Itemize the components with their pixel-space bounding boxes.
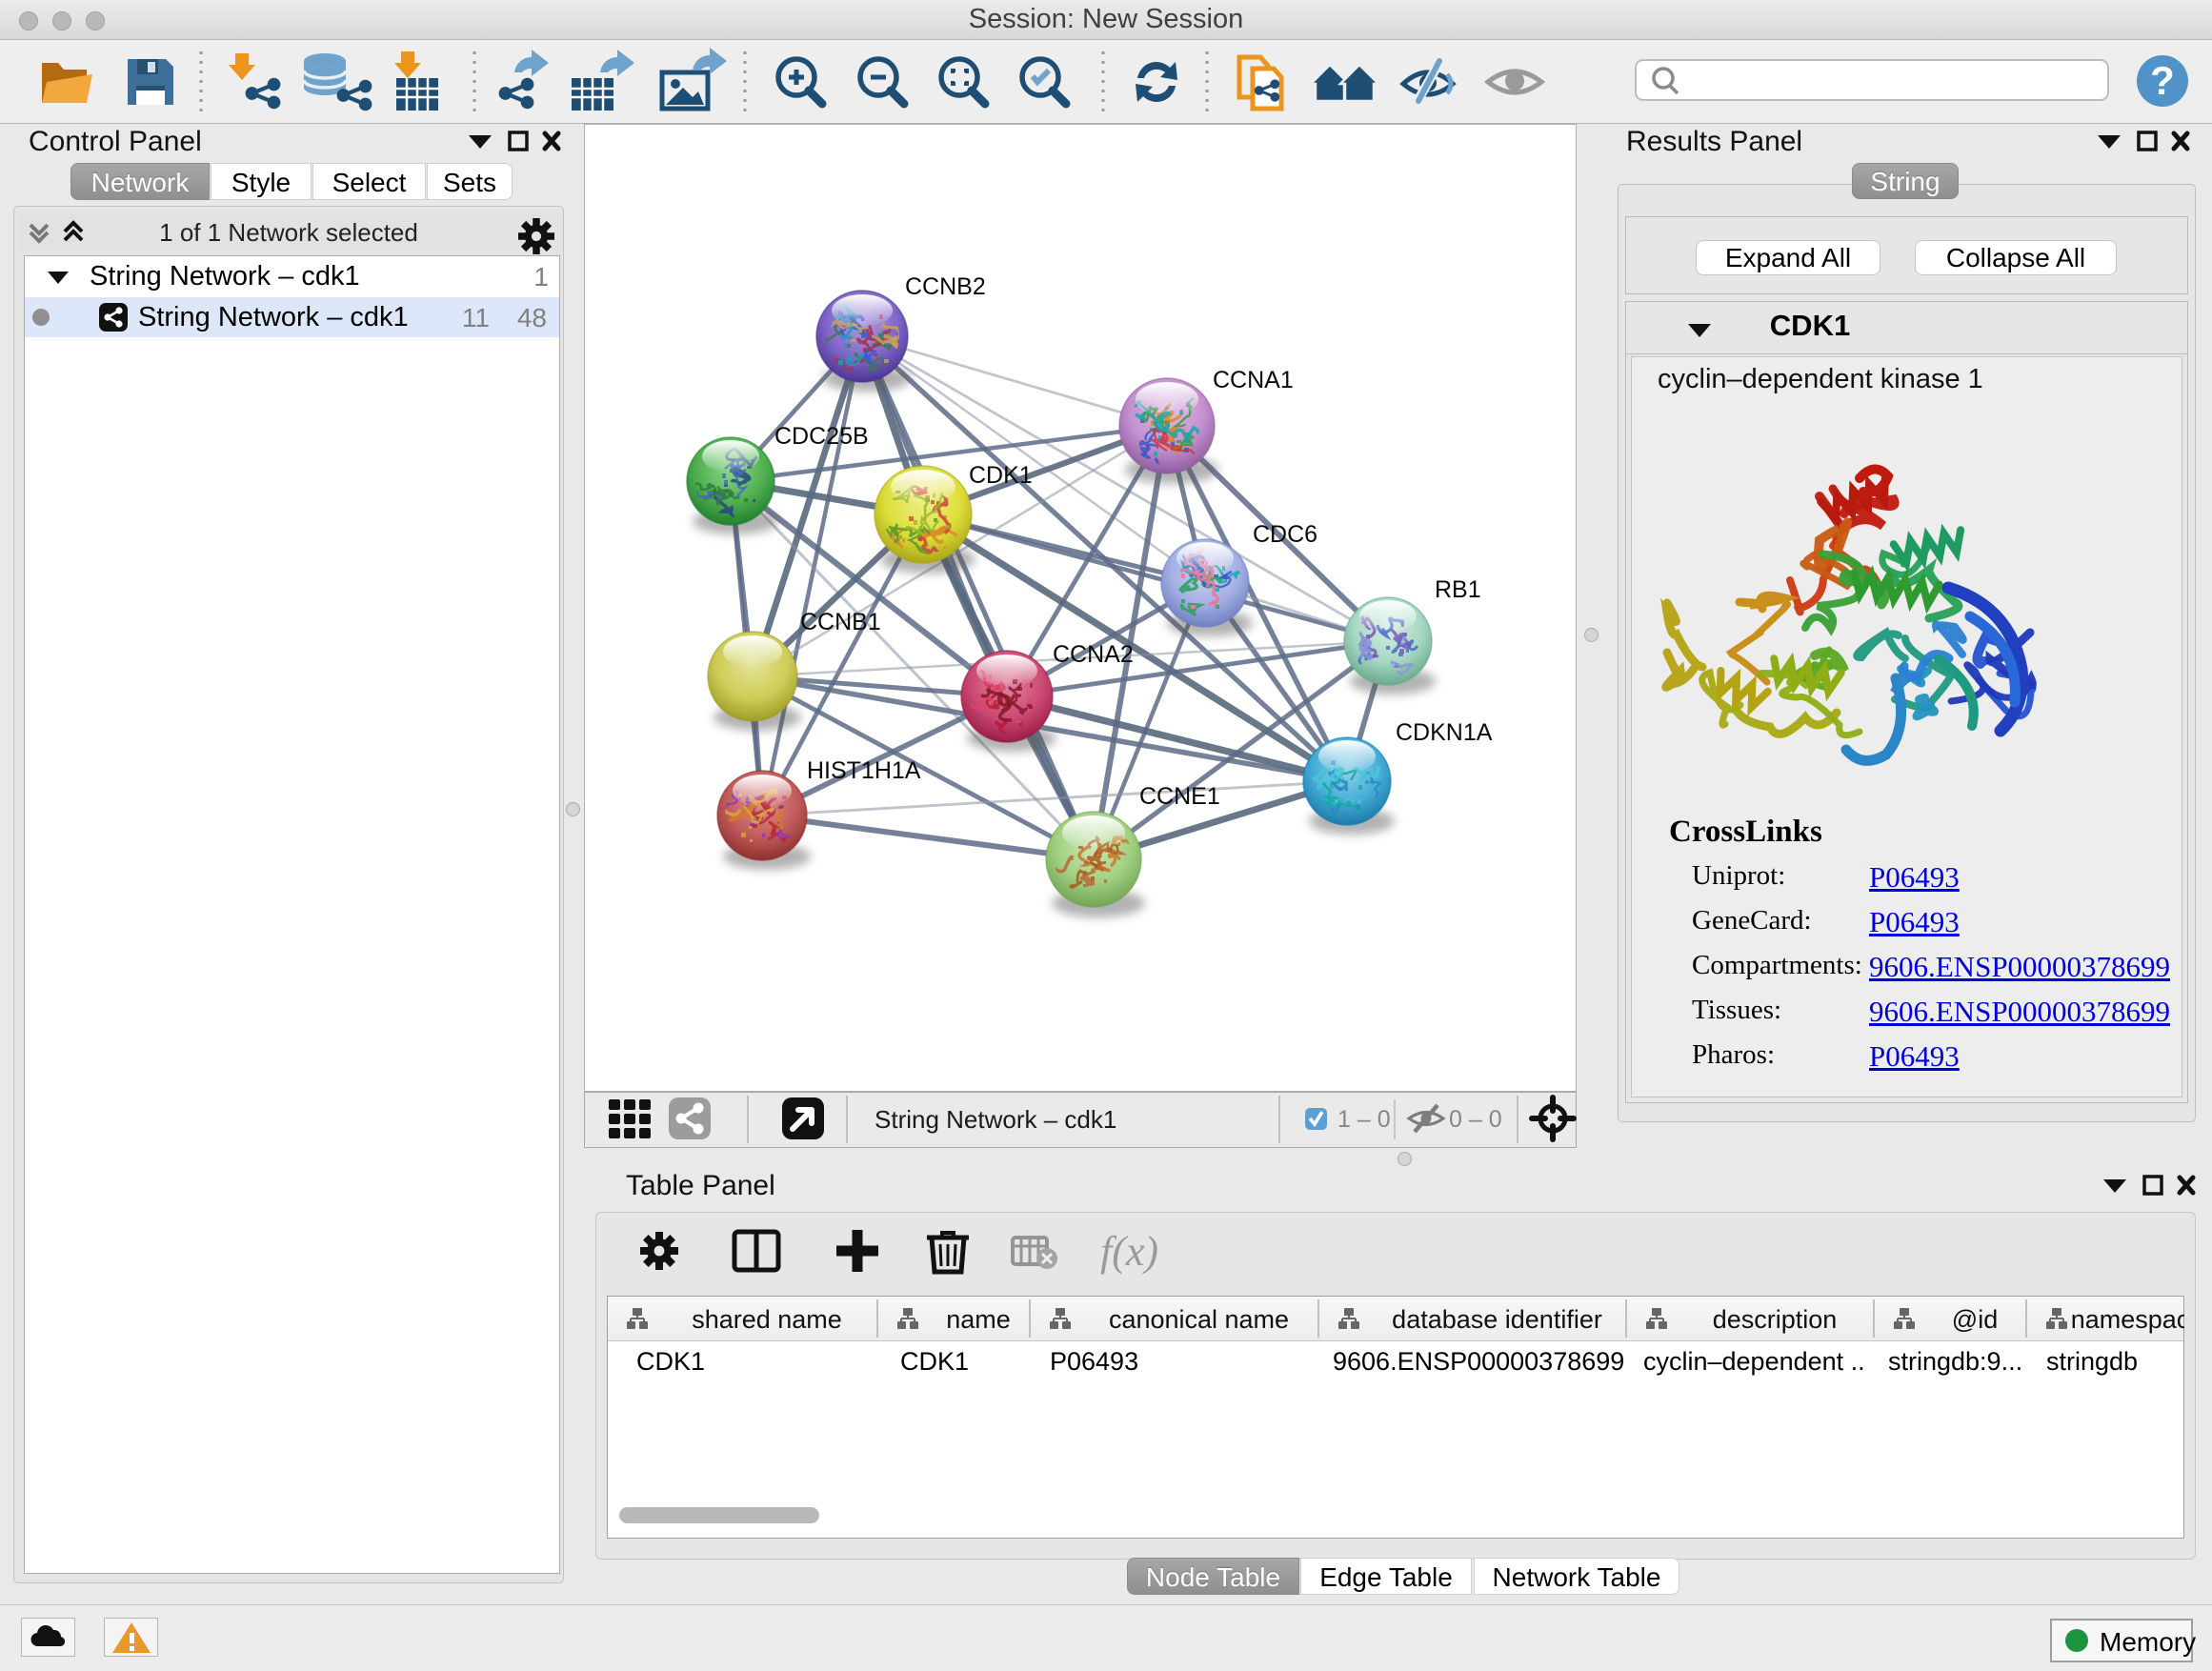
svg-text:0 – 0: 0 – 0 xyxy=(1449,1106,1502,1133)
svg-text:HIST1H1A: HIST1H1A xyxy=(807,757,921,784)
svg-text:shared name: shared name xyxy=(692,1305,842,1334)
svg-text:CDC25B: CDC25B xyxy=(774,423,869,450)
svg-text:String Network – cdk1: String Network – cdk1 xyxy=(875,1105,1116,1134)
svg-text:description: description xyxy=(1713,1305,1838,1334)
svg-text:database identifier: database identifier xyxy=(1392,1305,1602,1334)
svg-text:CCNE1: CCNE1 xyxy=(1139,783,1220,810)
svg-text:CCNA1: CCNA1 xyxy=(1213,367,1294,393)
svg-text:CDKN1A: CDKN1A xyxy=(1396,719,1493,746)
svg-text:CCNB2: CCNB2 xyxy=(905,273,986,300)
svg-text:1 – 0: 1 – 0 xyxy=(1337,1106,1391,1133)
svg-text:CCNA2: CCNA2 xyxy=(1053,641,1134,668)
svg-text:canonical name: canonical name xyxy=(1109,1305,1289,1334)
svg-text:RB1: RB1 xyxy=(1435,576,1481,603)
svg-text:CDK1: CDK1 xyxy=(969,462,1033,489)
svg-text:f(x): f(x) xyxy=(1100,1228,1158,1275)
svg-text:?: ? xyxy=(2150,58,2175,103)
svg-text:namespac: namespac xyxy=(2071,1305,2184,1334)
svg-text:name: name xyxy=(946,1305,1011,1334)
svg-text:@id: @id xyxy=(1952,1305,1998,1334)
svg-text:CDC6: CDC6 xyxy=(1253,521,1317,548)
svg-text:CCNB1: CCNB1 xyxy=(800,609,881,635)
